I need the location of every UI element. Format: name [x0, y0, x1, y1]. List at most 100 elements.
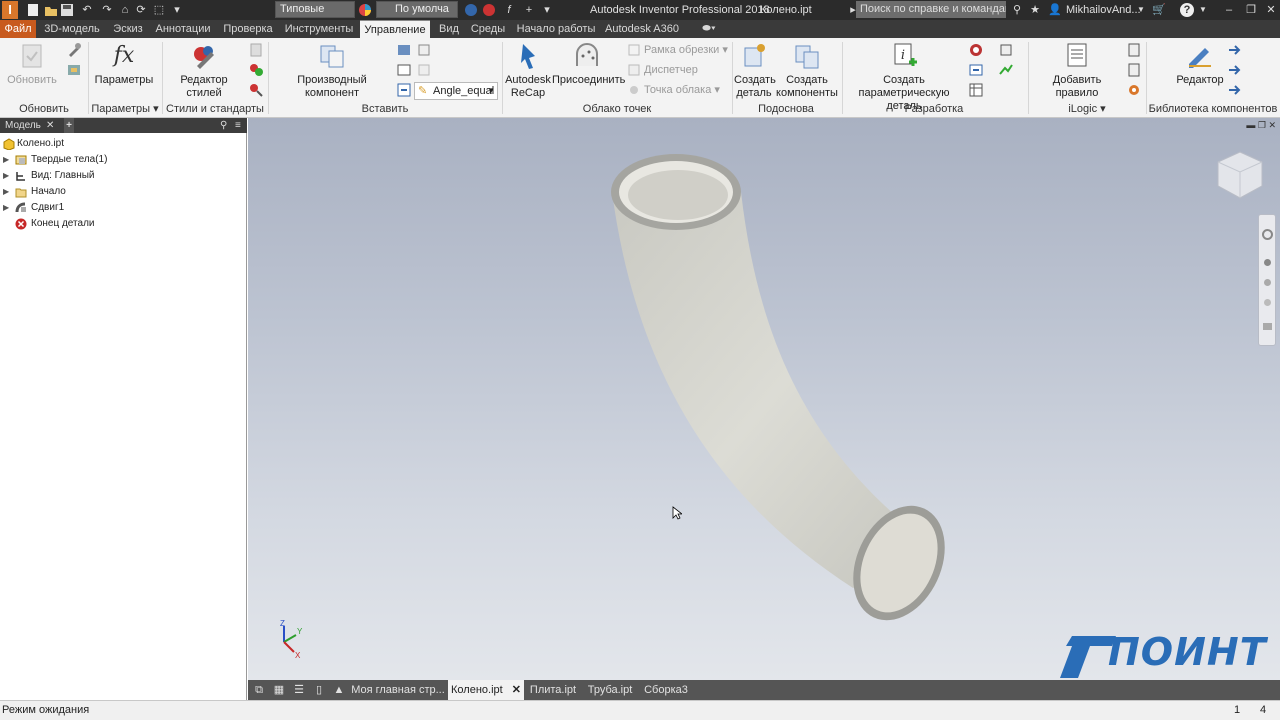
expand-chevron-icon[interactable]: ▶: [3, 200, 11, 216]
attach-file-icon[interactable]: [396, 62, 412, 78]
navigation-bar[interactable]: [1258, 214, 1276, 346]
tab-sketch[interactable]: Эскиз: [108, 20, 148, 38]
user-icon[interactable]: 👤: [1048, 3, 1062, 17]
color-wheel-icon[interactable]: [358, 3, 372, 17]
doc-tab-plate[interactable]: Плита.ipt: [528, 680, 578, 700]
object-icon[interactable]: [416, 42, 432, 58]
select-icon[interactable]: ⬚: [152, 3, 166, 17]
user-menu-chevron-icon[interactable]: ▼: [1134, 3, 1148, 17]
elbow-pipe-model[interactable]: [248, 118, 1280, 680]
help-chevron-icon[interactable]: ▼: [1196, 3, 1210, 17]
zoom-icon[interactable]: [1264, 279, 1271, 286]
clear-appearance-icon[interactable]: [464, 3, 478, 17]
tab-view[interactable]: Вид: [434, 20, 464, 38]
save-styles-icon[interactable]: [248, 82, 264, 98]
browser-tab-model[interactable]: Модель: [5, 118, 41, 133]
group-parameters-label[interactable]: Параметры ▾: [90, 102, 160, 116]
browser-menu-icon[interactable]: ≡: [235, 118, 241, 133]
open-icon[interactable]: [44, 3, 58, 17]
minimize-icon[interactable]: –: [1222, 3, 1236, 17]
view-cube-icon[interactable]: [1212, 148, 1268, 204]
close-icon[interactable]: ✕: [1264, 3, 1278, 17]
table-icon[interactable]: [968, 82, 984, 98]
help-icon[interactable]: ?: [1180, 3, 1194, 17]
group-ilogic-label[interactable]: iLogic ▾: [1030, 102, 1144, 116]
tab-file[interactable]: Файл: [0, 20, 36, 38]
restore-icon[interactable]: ❐: [1244, 3, 1258, 17]
measure-icon[interactable]: ▾: [170, 3, 184, 17]
fx-icon[interactable]: f: [502, 3, 516, 17]
recap-button[interactable]: Autodesk ReCap: [504, 42, 552, 100]
publish-icon[interactable]: [968, 42, 984, 58]
expand-chevron-icon[interactable]: ▶: [3, 184, 11, 200]
adjust-icon[interactable]: [482, 3, 496, 17]
tab-a360[interactable]: Autodesk A360: [604, 20, 680, 38]
manager-icon[interactable]: [626, 62, 642, 78]
doc-tab-pipe[interactable]: Труба.ipt: [584, 680, 636, 700]
update-button[interactable]: Обновить: [4, 42, 60, 87]
cloud-point-icon[interactable]: [626, 82, 642, 98]
tab-tools[interactable]: Инструменты: [282, 20, 356, 38]
crop-box-label[interactable]: Рамка обрезки ▾: [644, 43, 728, 57]
browser-tab-close-icon[interactable]: ✕: [46, 118, 54, 133]
create-components-button[interactable]: Создать компоненты: [776, 42, 838, 100]
content-copy-icon[interactable]: [1226, 82, 1242, 98]
undo-icon[interactable]: ↶: [80, 3, 94, 17]
purge-styles-icon[interactable]: [248, 62, 264, 78]
tab-3d-model[interactable]: 3D-модель: [40, 20, 104, 38]
material-dropdown[interactable]: Типовые: [275, 1, 355, 18]
look-at-icon[interactable]: [1263, 323, 1272, 330]
graphics-viewport[interactable]: ▬ ❐ ✕ Z Y X ПОИНТ: [248, 118, 1280, 680]
ilogic-settings-icon[interactable]: [1126, 82, 1142, 98]
update-styles-icon[interactable]: [248, 42, 264, 58]
ilogic-browser-icon[interactable]: [1126, 42, 1142, 58]
cloud-point-label[interactable]: Точка облака ▾: [644, 83, 720, 97]
customize-icon[interactable]: ▾: [540, 3, 554, 17]
tile-rows-icon[interactable]: ☰: [292, 680, 306, 700]
tab-manage[interactable]: Управление: [360, 20, 430, 38]
doc-tab-close-icon[interactable]: ✕: [512, 684, 521, 696]
orbit-icon[interactable]: [1264, 299, 1271, 306]
expand-chevron-icon[interactable]: ▶: [3, 152, 11, 168]
import-icon[interactable]: [396, 42, 412, 58]
tile-grid-icon[interactable]: ▦: [272, 680, 286, 700]
tab-environments[interactable]: Среды: [468, 20, 508, 38]
add-rule-button[interactable]: Добавить правило: [1030, 42, 1124, 100]
purge-icon[interactable]: [66, 62, 82, 78]
home-icon[interactable]: ⌂: [118, 3, 132, 17]
browser-search-icon[interactable]: ⚲: [220, 118, 227, 133]
help-search-input[interactable]: Поиск по справке и командам: [856, 1, 1006, 18]
tab-get-started[interactable]: Начало работы: [512, 20, 600, 38]
tab-annotate[interactable]: Аннотации: [152, 20, 214, 38]
tab-inspect[interactable]: Проверка: [218, 20, 278, 38]
appearance-dropdown[interactable]: По умолча: [376, 1, 458, 18]
content-batch-icon[interactable]: [1226, 62, 1242, 78]
parameters-button[interactable]: fx Параметры: [92, 42, 156, 87]
tile-horizontal-icon[interactable]: ⧉: [252, 680, 266, 700]
doc-tab-assembly[interactable]: Сборка3: [642, 680, 690, 700]
rebuild-all-icon[interactable]: [66, 42, 82, 58]
content-publish-icon[interactable]: [1226, 42, 1242, 58]
save-icon[interactable]: [60, 3, 74, 17]
add-browser-tab-icon[interactable]: +: [64, 118, 74, 133]
steering-wheel-icon[interactable]: [1262, 229, 1273, 240]
derive-component-button[interactable]: Производный компонент: [270, 42, 394, 100]
new-icon[interactable]: [26, 3, 40, 17]
doc-tab-home[interactable]: Моя главная стр...: [350, 680, 446, 700]
style-editor-button[interactable]: Редактор стилей: [164, 42, 244, 100]
vba-icon[interactable]: [416, 62, 432, 78]
create-part-button[interactable]: Создать деталь: [734, 42, 776, 100]
crop-box-icon[interactable]: [626, 42, 642, 58]
star-icon[interactable]: ★: [1028, 3, 1042, 17]
content-editor-button[interactable]: Редактор: [1170, 42, 1230, 87]
expand-chevron-icon[interactable]: ▶: [3, 168, 11, 184]
search-icon[interactable]: ⚲: [1010, 3, 1024, 17]
app-logo-icon[interactable]: I: [2, 1, 18, 19]
attach-point-cloud-button[interactable]: Присоединить: [552, 42, 625, 87]
extract-ilogic-icon[interactable]: [968, 62, 984, 78]
ilogic-component-dropdown[interactable]: ✎ Angle_equal ▼: [414, 82, 498, 100]
cart-icon[interactable]: 🛒: [1152, 3, 1166, 17]
tab-list-chevron-icon[interactable]: ▲: [332, 680, 346, 700]
tile-columns-icon[interactable]: ▯: [312, 680, 326, 700]
doc-tab-elbow[interactable]: Колено.ipt ✕: [448, 680, 524, 700]
